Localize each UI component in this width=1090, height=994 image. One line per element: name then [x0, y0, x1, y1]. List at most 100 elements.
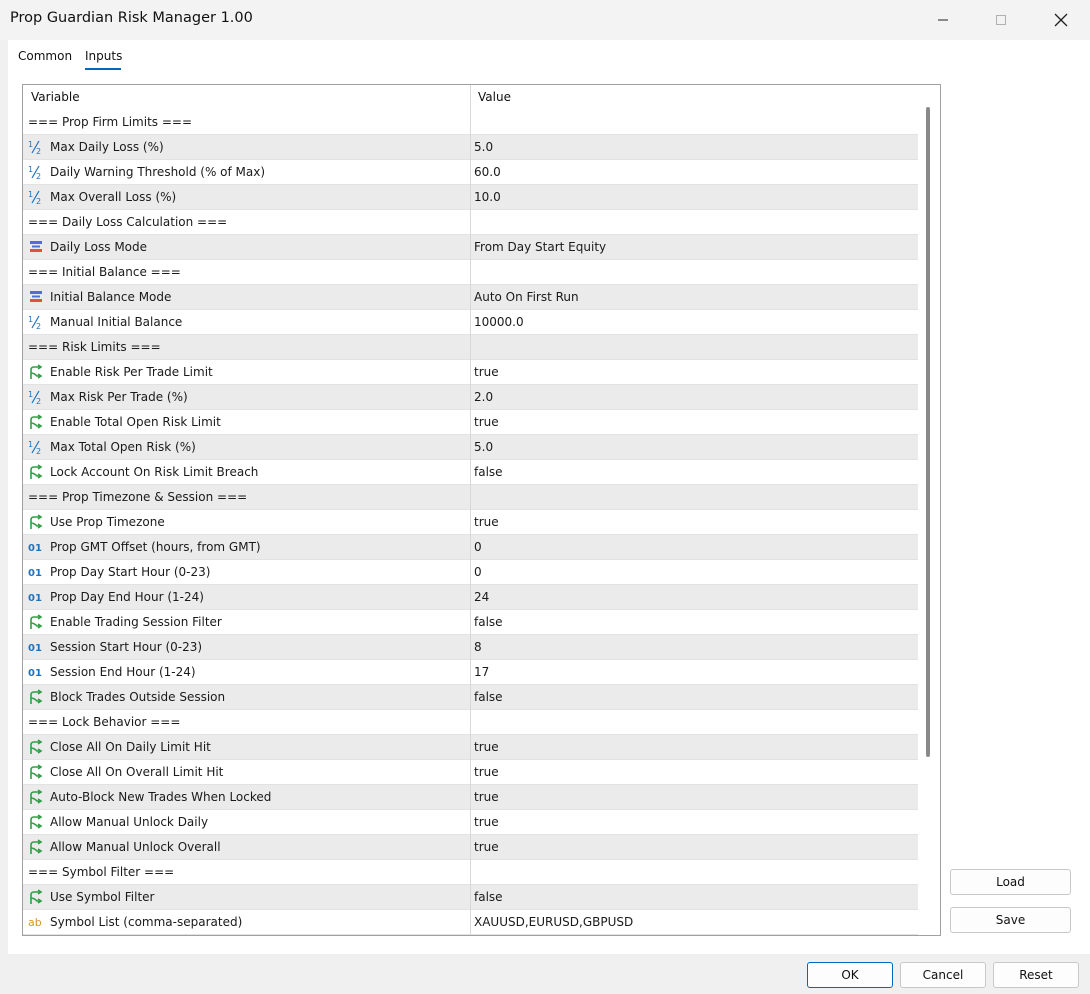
input-row[interactable]: Enable Trading Session Filter false	[23, 610, 918, 635]
branch-arrow-icon	[27, 763, 45, 781]
value-field[interactable]: 2.0	[474, 385, 493, 410]
value-field[interactable]: 60.0	[474, 160, 501, 185]
input-row[interactable]: 01 Session End Hour (1-24) 17	[23, 660, 918, 685]
input-row[interactable]: Use Symbol Filter false	[23, 885, 918, 910]
input-row[interactable]: Allow Manual Unlock Daily true	[23, 810, 918, 835]
variable-label: Prop Day Start Hour (0-23)	[50, 565, 211, 579]
section-label: === Lock Behavior ===	[28, 715, 181, 729]
cell-divider	[470, 435, 471, 460]
close-button[interactable]	[1032, 0, 1090, 40]
input-row[interactable]: 1 2 Manual Initial Balance 10000.0	[23, 310, 918, 335]
value-field[interactable]: true	[474, 735, 499, 760]
value-field[interactable]: false	[474, 610, 503, 635]
svg-text:ab: ab	[28, 916, 42, 929]
input-row[interactable]: Auto-Block New Trades When Locked true	[23, 785, 918, 810]
section-row[interactable]: === Daily Loss Calculation ===	[23, 210, 918, 235]
section-row[interactable]: === Prop Firm Limits ===	[23, 110, 918, 135]
value-field[interactable]: 5.0	[474, 435, 493, 460]
variable-label: Session Start Hour (0-23)	[50, 640, 203, 654]
value-field[interactable]: true	[474, 760, 499, 785]
value-field[interactable]: Auto On First Run	[474, 285, 579, 310]
section-label: === Prop Firm Limits ===	[28, 115, 193, 129]
minimize-button[interactable]	[914, 0, 972, 40]
svg-text:01: 01	[28, 668, 42, 679]
input-row[interactable]: Daily Loss Mode From Day Start Equity	[23, 235, 918, 260]
input-row[interactable]: Use Prop Timezone true	[23, 510, 918, 535]
input-row[interactable]: 1 2 Daily Warning Threshold (% of Max) 60.0	[23, 160, 918, 185]
cell-divider	[470, 460, 471, 485]
input-row[interactable]: Enable Risk Per Trade Limit true	[23, 360, 918, 385]
branch-arrow-icon	[27, 738, 45, 756]
value-field[interactable]: 5.0	[474, 135, 493, 160]
value-field[interactable]: true	[474, 360, 499, 385]
section-row[interactable]: === Lock Behavior ===	[23, 710, 918, 735]
branch-arrow-icon	[27, 813, 45, 831]
value-field[interactable]: true	[474, 510, 499, 535]
value-field[interactable]: 17	[474, 660, 489, 685]
value-field[interactable]: From Day Start Equity	[474, 235, 606, 260]
window-title: Prop Guardian Risk Manager 1.00	[10, 10, 253, 26]
column-header-variable[interactable]: Variable	[31, 85, 80, 110]
maximize-button[interactable]	[972, 0, 1030, 40]
cancel-button[interactable]: Cancel	[900, 962, 986, 988]
input-row[interactable]: 1 2 Max Overall Loss (%) 10.0	[23, 185, 918, 210]
value-field[interactable]: true	[474, 410, 499, 435]
input-row[interactable]: 1 2 Max Daily Loss (%) 5.0	[23, 135, 918, 160]
input-row[interactable]: 01 Prop GMT Offset (hours, from GMT) 0	[23, 535, 918, 560]
tab-common[interactable]: Common	[18, 49, 72, 63]
input-row[interactable]: Initial Balance Mode Auto On First Run	[23, 285, 918, 310]
input-row[interactable]: Close All On Daily Limit Hit true	[23, 735, 918, 760]
value-field[interactable]: 24	[474, 585, 489, 610]
tab-inputs[interactable]: Inputs	[85, 49, 122, 63]
input-row[interactable]: 1 2 Max Total Open Risk (%) 5.0	[23, 435, 918, 460]
cell-divider	[470, 560, 471, 585]
input-row[interactable]: Enable Total Open Risk Limit true	[23, 410, 918, 435]
value-field[interactable]: 10.0	[474, 185, 501, 210]
value-field[interactable]: 10000.0	[474, 310, 524, 335]
input-row[interactable]: 01 Prop Day End Hour (1-24) 24	[23, 585, 918, 610]
input-row[interactable]: Block Trades Outside Session false	[23, 685, 918, 710]
cell-divider	[470, 235, 471, 260]
section-row[interactable]: === Prop Timezone & Session ===	[23, 485, 918, 510]
section-label: === Symbol Filter ===	[28, 865, 175, 879]
value-field[interactable]: true	[474, 810, 499, 835]
reset-button[interactable]: Reset	[993, 962, 1079, 988]
value-field[interactable]: true	[474, 835, 499, 860]
value-field[interactable]: 8	[474, 635, 482, 660]
section-row[interactable]: === Initial Balance ===	[23, 260, 918, 285]
cell-divider	[470, 735, 471, 760]
cell-divider	[470, 260, 471, 285]
section-row[interactable]: === Symbol Filter ===	[23, 860, 918, 885]
input-row[interactable]: 1 2 Max Risk Per Trade (%) 2.0	[23, 385, 918, 410]
value-field[interactable]: 0	[474, 560, 482, 585]
variable-label: Enable Total Open Risk Limit	[50, 415, 221, 429]
column-header-value[interactable]: Value	[478, 85, 511, 110]
cell-divider	[470, 385, 471, 410]
load-button[interactable]: Load	[950, 869, 1071, 895]
vertical-scrollbar[interactable]	[926, 107, 930, 757]
input-row[interactable]: ab Symbol List (comma-separated) XAUUSD,EU…	[23, 910, 918, 935]
ok-button[interactable]: OK	[807, 962, 893, 988]
section-label: === Risk Limits ===	[28, 340, 161, 354]
cell-divider	[470, 410, 471, 435]
value-field[interactable]: false	[474, 885, 503, 910]
section-row[interactable]: === Risk Limits ===	[23, 335, 918, 360]
save-button[interactable]: Save	[950, 907, 1071, 933]
input-row[interactable]: 01 Prop Day Start Hour (0-23) 0	[23, 560, 918, 585]
string-ab-icon: ab	[27, 913, 45, 931]
value-field[interactable]: XAUUSD,EURUSD,GBPUSD	[474, 910, 633, 935]
value-field[interactable]: false	[474, 460, 503, 485]
value-field[interactable]: false	[474, 685, 503, 710]
input-row[interactable]: Lock Account On Risk Limit Breach false	[23, 460, 918, 485]
input-row[interactable]: 01 Session Start Hour (0-23) 8	[23, 635, 918, 660]
input-row[interactable]: Close All On Overall Limit Hit true	[23, 760, 918, 785]
value-field[interactable]: true	[474, 785, 499, 810]
cell-divider	[470, 860, 471, 885]
variable-label: Lock Account On Risk Limit Breach	[50, 465, 259, 479]
integer-icon: 01	[27, 588, 45, 606]
cell-divider	[470, 135, 471, 160]
minimize-icon	[938, 19, 948, 21]
value-field[interactable]: 0	[474, 535, 482, 560]
column-divider[interactable]	[470, 85, 471, 110]
input-row[interactable]: Allow Manual Unlock Overall true	[23, 835, 918, 860]
